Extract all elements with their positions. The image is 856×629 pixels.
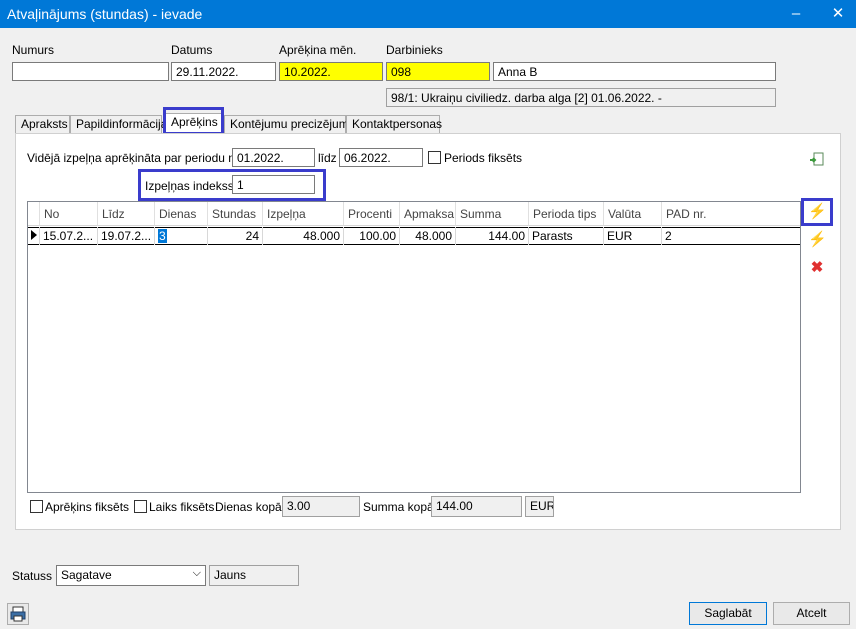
- cell-perioda-tips[interactable]: Parasts: [529, 227, 604, 245]
- cell-izpelna[interactable]: 48.000: [263, 227, 344, 245]
- datums-field[interactable]: 29.11.2022.: [171, 62, 276, 81]
- col-apmaksa[interactable]: Apmaksa: [400, 202, 456, 226]
- minimize-button[interactable]: –: [774, 0, 818, 28]
- window-title: Atvaļinājums (stundas) - ievade: [7, 6, 203, 22]
- tab-apraksts[interactable]: Apraksts: [15, 115, 70, 133]
- tab-kontaktpersonas[interactable]: Kontaktpersonas: [346, 115, 442, 133]
- cell-stundas[interactable]: 24: [208, 227, 263, 245]
- col-pad-nr[interactable]: PAD nr.: [662, 202, 800, 226]
- close-button[interactable]: ✕: [816, 0, 856, 28]
- col-dienas[interactable]: Dienas: [155, 202, 208, 226]
- printer-button[interactable]: [7, 603, 29, 625]
- col-izpelna[interactable]: Izpeļņa: [263, 202, 344, 226]
- numurs-field[interactable]: [12, 62, 169, 81]
- calc-fixed-label: Aprēķins fiksēts: [45, 500, 130, 514]
- cell-dienas-value[interactable]: 3: [158, 229, 167, 243]
- days-total-label: Dienas kopā: [215, 500, 282, 514]
- cancel-button[interactable]: Atcelt: [773, 602, 850, 625]
- period-to-field[interactable]: 06.2022.: [339, 148, 423, 167]
- save-button[interactable]: Saglabāt: [689, 602, 767, 625]
- time-fixed-checkbox[interactable]: [134, 500, 147, 513]
- col-lidz[interactable]: Līdz: [98, 202, 155, 226]
- currency-field: EUR: [525, 496, 554, 517]
- refresh-icon[interactable]: [808, 150, 826, 168]
- col-summa[interactable]: Summa: [456, 202, 529, 226]
- period-fixed-label: Periods fiksēts: [444, 151, 523, 165]
- aprekina-men-field[interactable]: 10.2022.: [279, 62, 383, 81]
- col-no[interactable]: No: [40, 202, 98, 226]
- col-perioda-tips[interactable]: Perioda tips: [529, 202, 604, 226]
- period-label: Vidējā izpeļņa aprēķināta par periodu no: [27, 151, 242, 165]
- cell-lidz[interactable]: 19.07.2...: [98, 227, 155, 245]
- lightning-disabled-icon[interactable]: ⚡: [808, 231, 827, 249]
- tab-highlight: [163, 107, 224, 135]
- chevron-down-icon[interactable]: ⌵: [193, 567, 201, 580]
- period-from-field[interactable]: 01.2022.: [232, 148, 315, 167]
- cell-procenti[interactable]: 100.00: [344, 227, 400, 245]
- employee-info-field: 98/1: Ukraiņu civiliedz. darba alga [2] …: [386, 88, 776, 107]
- calc-fixed-checkbox[interactable]: [30, 500, 43, 513]
- calc-grid[interactable]: No Līdz Dienas Stundas Izpeļņa Procenti …: [27, 201, 801, 493]
- lightning-highlight: [801, 198, 833, 226]
- tab-papildinformacija[interactable]: Papildinformācija: [70, 115, 167, 133]
- period-fixed-checkbox[interactable]: [428, 151, 441, 164]
- darbinieks-name-field[interactable]: Anna B: [493, 62, 776, 81]
- cell-pad-nr[interactable]: 2: [662, 227, 800, 245]
- title-bar: Atvaļinājums (stundas) - ievade – ✕: [0, 0, 856, 28]
- sum-total-field: 144.00: [431, 496, 522, 517]
- cell-summa[interactable]: 144.00: [456, 227, 529, 245]
- cell-apmaksa[interactable]: 48.000: [400, 227, 456, 245]
- datums-label: Datums: [171, 43, 213, 57]
- printer-icon: [10, 606, 26, 622]
- status-select-value: Sagatave: [61, 568, 112, 582]
- col-procenti[interactable]: Procenti: [344, 202, 400, 226]
- cell-no[interactable]: 15.07.2...: [40, 227, 98, 245]
- status-select[interactable]: Sagatave ⌵: [56, 565, 206, 586]
- status-label: Statuss: [12, 569, 53, 583]
- col-stundas[interactable]: Stundas: [208, 202, 263, 226]
- col-valuta[interactable]: Valūta: [604, 202, 662, 226]
- cell-valuta[interactable]: EUR: [604, 227, 662, 245]
- delete-icon[interactable]: ✖: [808, 259, 826, 277]
- numurs-label: Numurs: [12, 43, 55, 57]
- row-header-col: [28, 202, 40, 226]
- aprekina-men-label: Aprēķina mēn.: [279, 43, 357, 57]
- sum-total-label: Summa kopā: [363, 500, 434, 514]
- row-indicator-icon: [28, 227, 40, 245]
- darbinieks-code-field[interactable]: 098: [386, 62, 490, 81]
- status-state-field: Jauns: [209, 565, 299, 586]
- tab-kontejumu-precizejumi[interactable]: Kontējumu precizējumi: [224, 115, 351, 133]
- period-to-label: līdz: [318, 151, 337, 165]
- cell-dienas[interactable]: 3: [155, 227, 208, 245]
- darbinieks-label: Darbinieks: [386, 43, 443, 57]
- index-highlight: [138, 169, 326, 201]
- time-fixed-label: Laiks fiksēts: [149, 500, 215, 514]
- days-total-field: 3.00: [282, 496, 360, 517]
